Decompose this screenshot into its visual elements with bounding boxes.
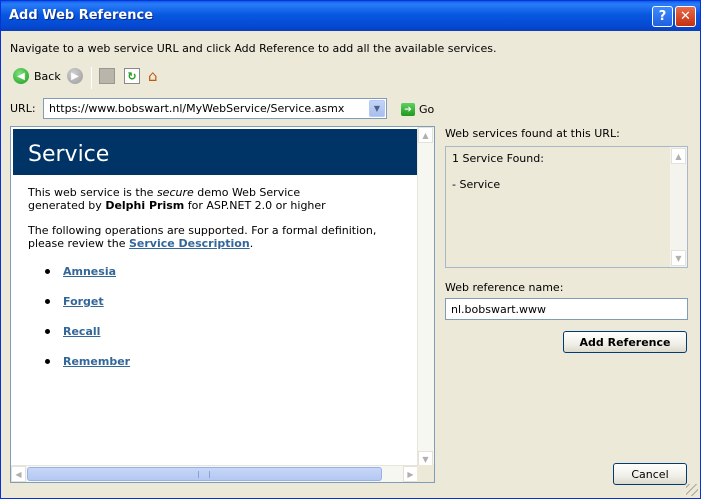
operations-intro: The following operations are supported. …: [28, 224, 408, 250]
chevron-up-icon: ▲: [675, 151, 682, 161]
stop-icon: [99, 68, 115, 84]
operation-link-amnesia[interactable]: Amnesia: [63, 265, 116, 278]
scroll-up-button[interactable]: ▲: [671, 148, 686, 164]
home-icon: ⌂: [148, 67, 158, 85]
url-dropdown-button[interactable]: ▼: [369, 100, 385, 117]
close-button[interactable]: ✕: [675, 6, 696, 27]
services-found-count: 1 Service Found:: [452, 152, 544, 165]
scroll-down-button[interactable]: ▼: [671, 250, 686, 266]
bullet-icon: [45, 359, 50, 364]
list-item: Amnesia: [45, 265, 130, 295]
operation-link-recall[interactable]: Recall: [63, 325, 100, 338]
horizontal-scroll-thumb[interactable]: [27, 467, 382, 481]
operation-link-forget[interactable]: Forget: [63, 295, 104, 308]
list-item: Forget: [45, 295, 130, 325]
intro-text-3: generated by: [28, 199, 106, 212]
navigation-toolbar: ◀ Back ▶ ↻ ⌂: [9, 67, 209, 89]
service-intro: This web service is the secure demo Web …: [28, 186, 408, 212]
go-button[interactable]: ➔ Go: [401, 103, 434, 116]
service-description-link[interactable]: Service Description: [129, 237, 250, 250]
toolbar-separator: [91, 67, 92, 89]
grip-icon: [198, 471, 210, 478]
instruction-text: Navigate to a web service URL and click …: [10, 42, 497, 55]
cancel-button[interactable]: Cancel: [613, 463, 687, 485]
browser-vertical-scrollbar[interactable]: ▲ ▼: [417, 127, 434, 467]
operations-text-3: .: [249, 237, 254, 250]
back-label: Back: [34, 69, 61, 83]
intro-text: This web service is the: [28, 186, 157, 199]
url-label: URL:: [10, 102, 36, 115]
scroll-left-button[interactable]: ◀: [11, 466, 26, 482]
refresh-icon: ↻: [124, 68, 140, 84]
refresh-button[interactable]: ↻: [124, 68, 140, 84]
intro-product: Delphi Prism: [105, 199, 185, 212]
services-found-label: Web services found at this URL:: [445, 127, 620, 140]
intro-emphasis: secure: [156, 186, 194, 199]
operations-list: Amnesia Forget Recall Remember: [45, 265, 130, 385]
browser-horizontal-scrollbar[interactable]: ◀ ▶: [11, 465, 418, 482]
chevron-down-icon: ▼: [675, 253, 682, 263]
service-page-header: Service: [13, 129, 418, 175]
chevron-right-icon: ▶: [407, 469, 414, 479]
chevron-up-icon: ▲: [422, 130, 429, 140]
chevron-down-icon: ▼: [422, 454, 429, 464]
chevron-left-icon: ◀: [15, 469, 22, 479]
operations-text: The following operations are supported. …: [28, 224, 377, 237]
url-combobox[interactable]: https://www.bobswart.nl/MyWebService/Ser…: [43, 98, 387, 119]
services-found-textbox[interactable]: 1 Service Found: - Service ▲ ▼: [445, 146, 688, 268]
help-button[interactable]: ?: [652, 6, 673, 27]
url-input[interactable]: https://www.bobswart.nl/MyWebService/Ser…: [49, 102, 344, 115]
back-arrow-icon: ◀: [13, 68, 29, 84]
forward-button[interactable]: ▶: [67, 68, 83, 84]
services-found-scrollbar[interactable]: ▲ ▼: [670, 147, 687, 267]
chevron-down-icon: ▼: [373, 104, 381, 113]
service-page-body: This web service is the secure demo Web …: [28, 186, 408, 262]
list-item: Remember: [45, 355, 130, 385]
bullet-icon: [45, 269, 50, 274]
go-label: Go: [419, 103, 435, 116]
browser-pane[interactable]: Service This web service is the secure d…: [10, 126, 435, 483]
services-found-item: - Service: [452, 178, 501, 191]
scroll-up-button[interactable]: ▲: [418, 127, 433, 143]
back-button[interactable]: ◀ Back: [13, 68, 61, 84]
operation-link-remember[interactable]: Remember: [63, 355, 130, 368]
bullet-icon: [45, 329, 50, 334]
services-found-content: 1 Service Found: - Service: [452, 152, 544, 191]
forward-arrow-icon: ▶: [67, 68, 83, 84]
intro-text-4: for ASP.NET 2.0 or higher: [184, 199, 326, 212]
web-reference-name-input[interactable]: nl.bobswart.www: [445, 298, 688, 320]
add-reference-button[interactable]: Add Reference: [563, 331, 687, 353]
service-page-title: Service: [28, 142, 110, 167]
resize-grip-icon[interactable]: [686, 484, 698, 496]
web-reference-name-label: Web reference name:: [445, 281, 564, 294]
scroll-right-button[interactable]: ▶: [403, 466, 418, 482]
stop-button[interactable]: [99, 68, 115, 84]
title-bar[interactable]: Add Web Reference ? ✕: [1, 1, 700, 31]
list-item: Recall: [45, 325, 130, 355]
bullet-icon: [45, 299, 50, 304]
window-title: Add Web Reference: [9, 8, 154, 23]
go-arrow-icon: ➔: [401, 103, 415, 116]
operations-text-2: please review the: [28, 237, 129, 250]
scrollbar-corner: [417, 465, 434, 482]
intro-text-2: demo Web Service: [193, 186, 301, 199]
add-web-reference-dialog: Add Web Reference ? ✕ Navigate to a web …: [0, 0, 701, 499]
home-button[interactable]: ⌂: [148, 68, 164, 84]
